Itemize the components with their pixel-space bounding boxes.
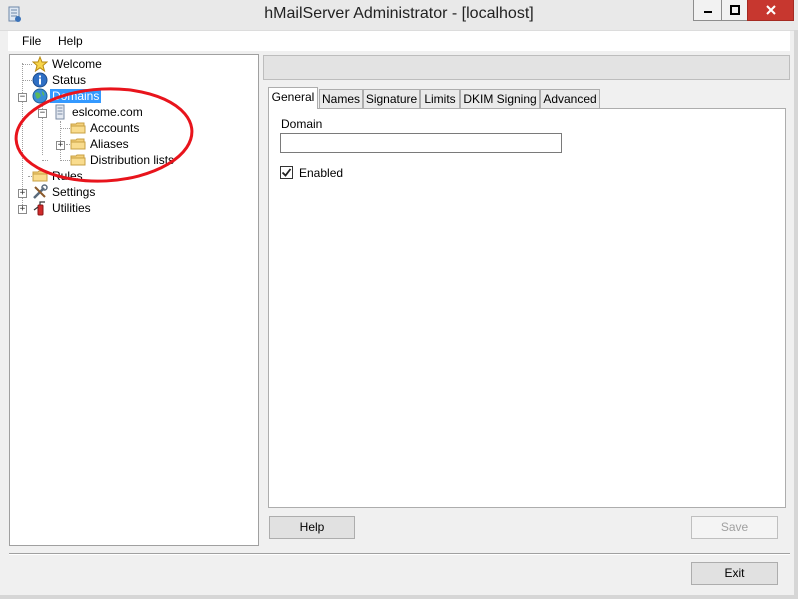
separator bbox=[9, 553, 790, 555]
checkmark-icon bbox=[281, 168, 292, 177]
tree-line bbox=[22, 80, 32, 81]
tree-item-utilities[interactable]: Utilities bbox=[32, 200, 93, 216]
tree-item-label: Settings bbox=[52, 185, 96, 199]
tools-icon bbox=[33, 184, 48, 199]
menu-help[interactable]: Help bbox=[58, 34, 83, 48]
window-title: hMailServer Administrator - [localhost] bbox=[264, 5, 534, 22]
window-frame-bottom bbox=[0, 595, 798, 599]
help-button[interactable]: Help bbox=[269, 516, 355, 539]
details-header bbox=[263, 55, 790, 80]
tree-line bbox=[22, 64, 32, 65]
expand-toggle[interactable]: + bbox=[18, 189, 27, 198]
maximize-button[interactable] bbox=[721, 0, 748, 21]
general-tab-panel bbox=[268, 108, 786, 508]
tab-advanced[interactable]: Advanced bbox=[540, 89, 600, 108]
tab-dkim-signing[interactable]: DKIM Signing bbox=[460, 89, 540, 108]
enabled-checkbox[interactable] bbox=[280, 166, 293, 179]
domain-input[interactable] bbox=[280, 133, 562, 153]
tree-item-label: Welcome bbox=[52, 57, 102, 71]
menu-file[interactable]: File bbox=[22, 34, 41, 48]
tab-limits[interactable]: Limits bbox=[420, 89, 460, 108]
annotation-circle bbox=[14, 87, 194, 183]
expand-toggle[interactable]: + bbox=[18, 205, 27, 214]
exit-button[interactable]: Exit bbox=[691, 562, 778, 585]
tab-general[interactable]: General bbox=[268, 87, 318, 109]
star-icon bbox=[32, 56, 48, 72]
menu-bar: File Help bbox=[8, 31, 790, 51]
enabled-label: Enabled bbox=[299, 166, 344, 180]
fire-extinguisher-icon bbox=[33, 201, 45, 216]
window-frame-right bbox=[794, 30, 798, 599]
save-button[interactable]: Save bbox=[691, 516, 778, 539]
tree-item-settings[interactable]: Settings bbox=[32, 184, 97, 200]
minimize-icon bbox=[703, 11, 712, 13]
tab-signature[interactable]: Signature bbox=[363, 89, 420, 108]
minimize-button[interactable] bbox=[693, 0, 722, 21]
tree-item-welcome[interactable]: Welcome bbox=[32, 56, 104, 72]
close-icon bbox=[765, 5, 776, 15]
tree-item-label: Utilities bbox=[52, 201, 91, 215]
maximize-icon bbox=[729, 5, 740, 15]
tab-names[interactable]: Names bbox=[319, 89, 363, 108]
domain-label: Domain bbox=[281, 117, 323, 131]
close-button[interactable] bbox=[747, 0, 794, 21]
